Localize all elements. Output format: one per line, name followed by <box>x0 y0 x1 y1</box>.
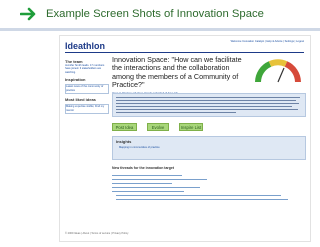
top-nav-links[interactable]: Welcome Innovation Catalyst | Help & Adv… <box>231 40 304 43</box>
sidebar-heading-inspiration: Inspiration <box>65 77 86 83</box>
idea-item[interactable] <box>112 187 200 188</box>
post-idea-button[interactable]: Post Idea <box>112 123 137 131</box>
idea-item[interactable] <box>112 175 182 176</box>
slide-header: Example Screen Shots of Innovation Space <box>0 0 320 28</box>
innovation-question-title: Innovation Space: "How can we facilitate… <box>112 55 242 90</box>
ideas-heading: New threads for the innovation target <box>112 166 175 170</box>
arrow-right-icon <box>18 3 40 25</box>
brand-logo: Ideathlon <box>65 41 105 51</box>
sidebar: The team Jennifer Smith leads. 17 member… <box>65 56 109 115</box>
sidebar-heading-most-liked: Most liked ideas <box>65 97 96 103</box>
sidebar-inspiration-text[interactable]: Latest news of the community of practice <box>66 85 108 92</box>
idea-item[interactable] <box>116 195 281 196</box>
slide-title: Example Screen Shots of Innovation Space <box>46 8 264 20</box>
insights-heading: Insights <box>116 139 132 144</box>
idea-item[interactable] <box>112 191 184 192</box>
idea-item[interactable] <box>112 183 172 184</box>
insights-panel: Insights Mapping in communities of pract… <box>112 136 306 160</box>
innovation-space-screenshot: Ideathlon Welcome Innovation Catalyst | … <box>60 36 310 241</box>
evolve-button[interactable]: Evolve <box>147 123 169 131</box>
sidebar-team-text[interactable]: Jennifer Smith leads. 17 members have jo… <box>65 64 109 74</box>
sidebar-most-liked-box: Making expertise visible; Find my mentor <box>65 104 109 115</box>
footer-links[interactable]: © 2009 Ideas | About | Terms of service … <box>65 232 128 235</box>
top-divider <box>65 52 304 53</box>
header-divider <box>0 28 320 31</box>
progress-gauge <box>252 56 304 86</box>
idea-item[interactable] <box>112 179 207 180</box>
inspire-list-button[interactable]: Inspire List <box>179 123 203 131</box>
description-panel <box>112 93 306 117</box>
main-content: Innovation Space: "How can we facilitate… <box>112 55 304 95</box>
sidebar-most-liked-text[interactable]: Making expertise visible; Find my mentor <box>66 105 108 112</box>
insights-link[interactable]: Mapping in communities of practice <box>119 146 160 149</box>
idea-item[interactable] <box>116 199 288 200</box>
sidebar-inspiration-box: Latest news of the community of practice <box>65 84 109 95</box>
